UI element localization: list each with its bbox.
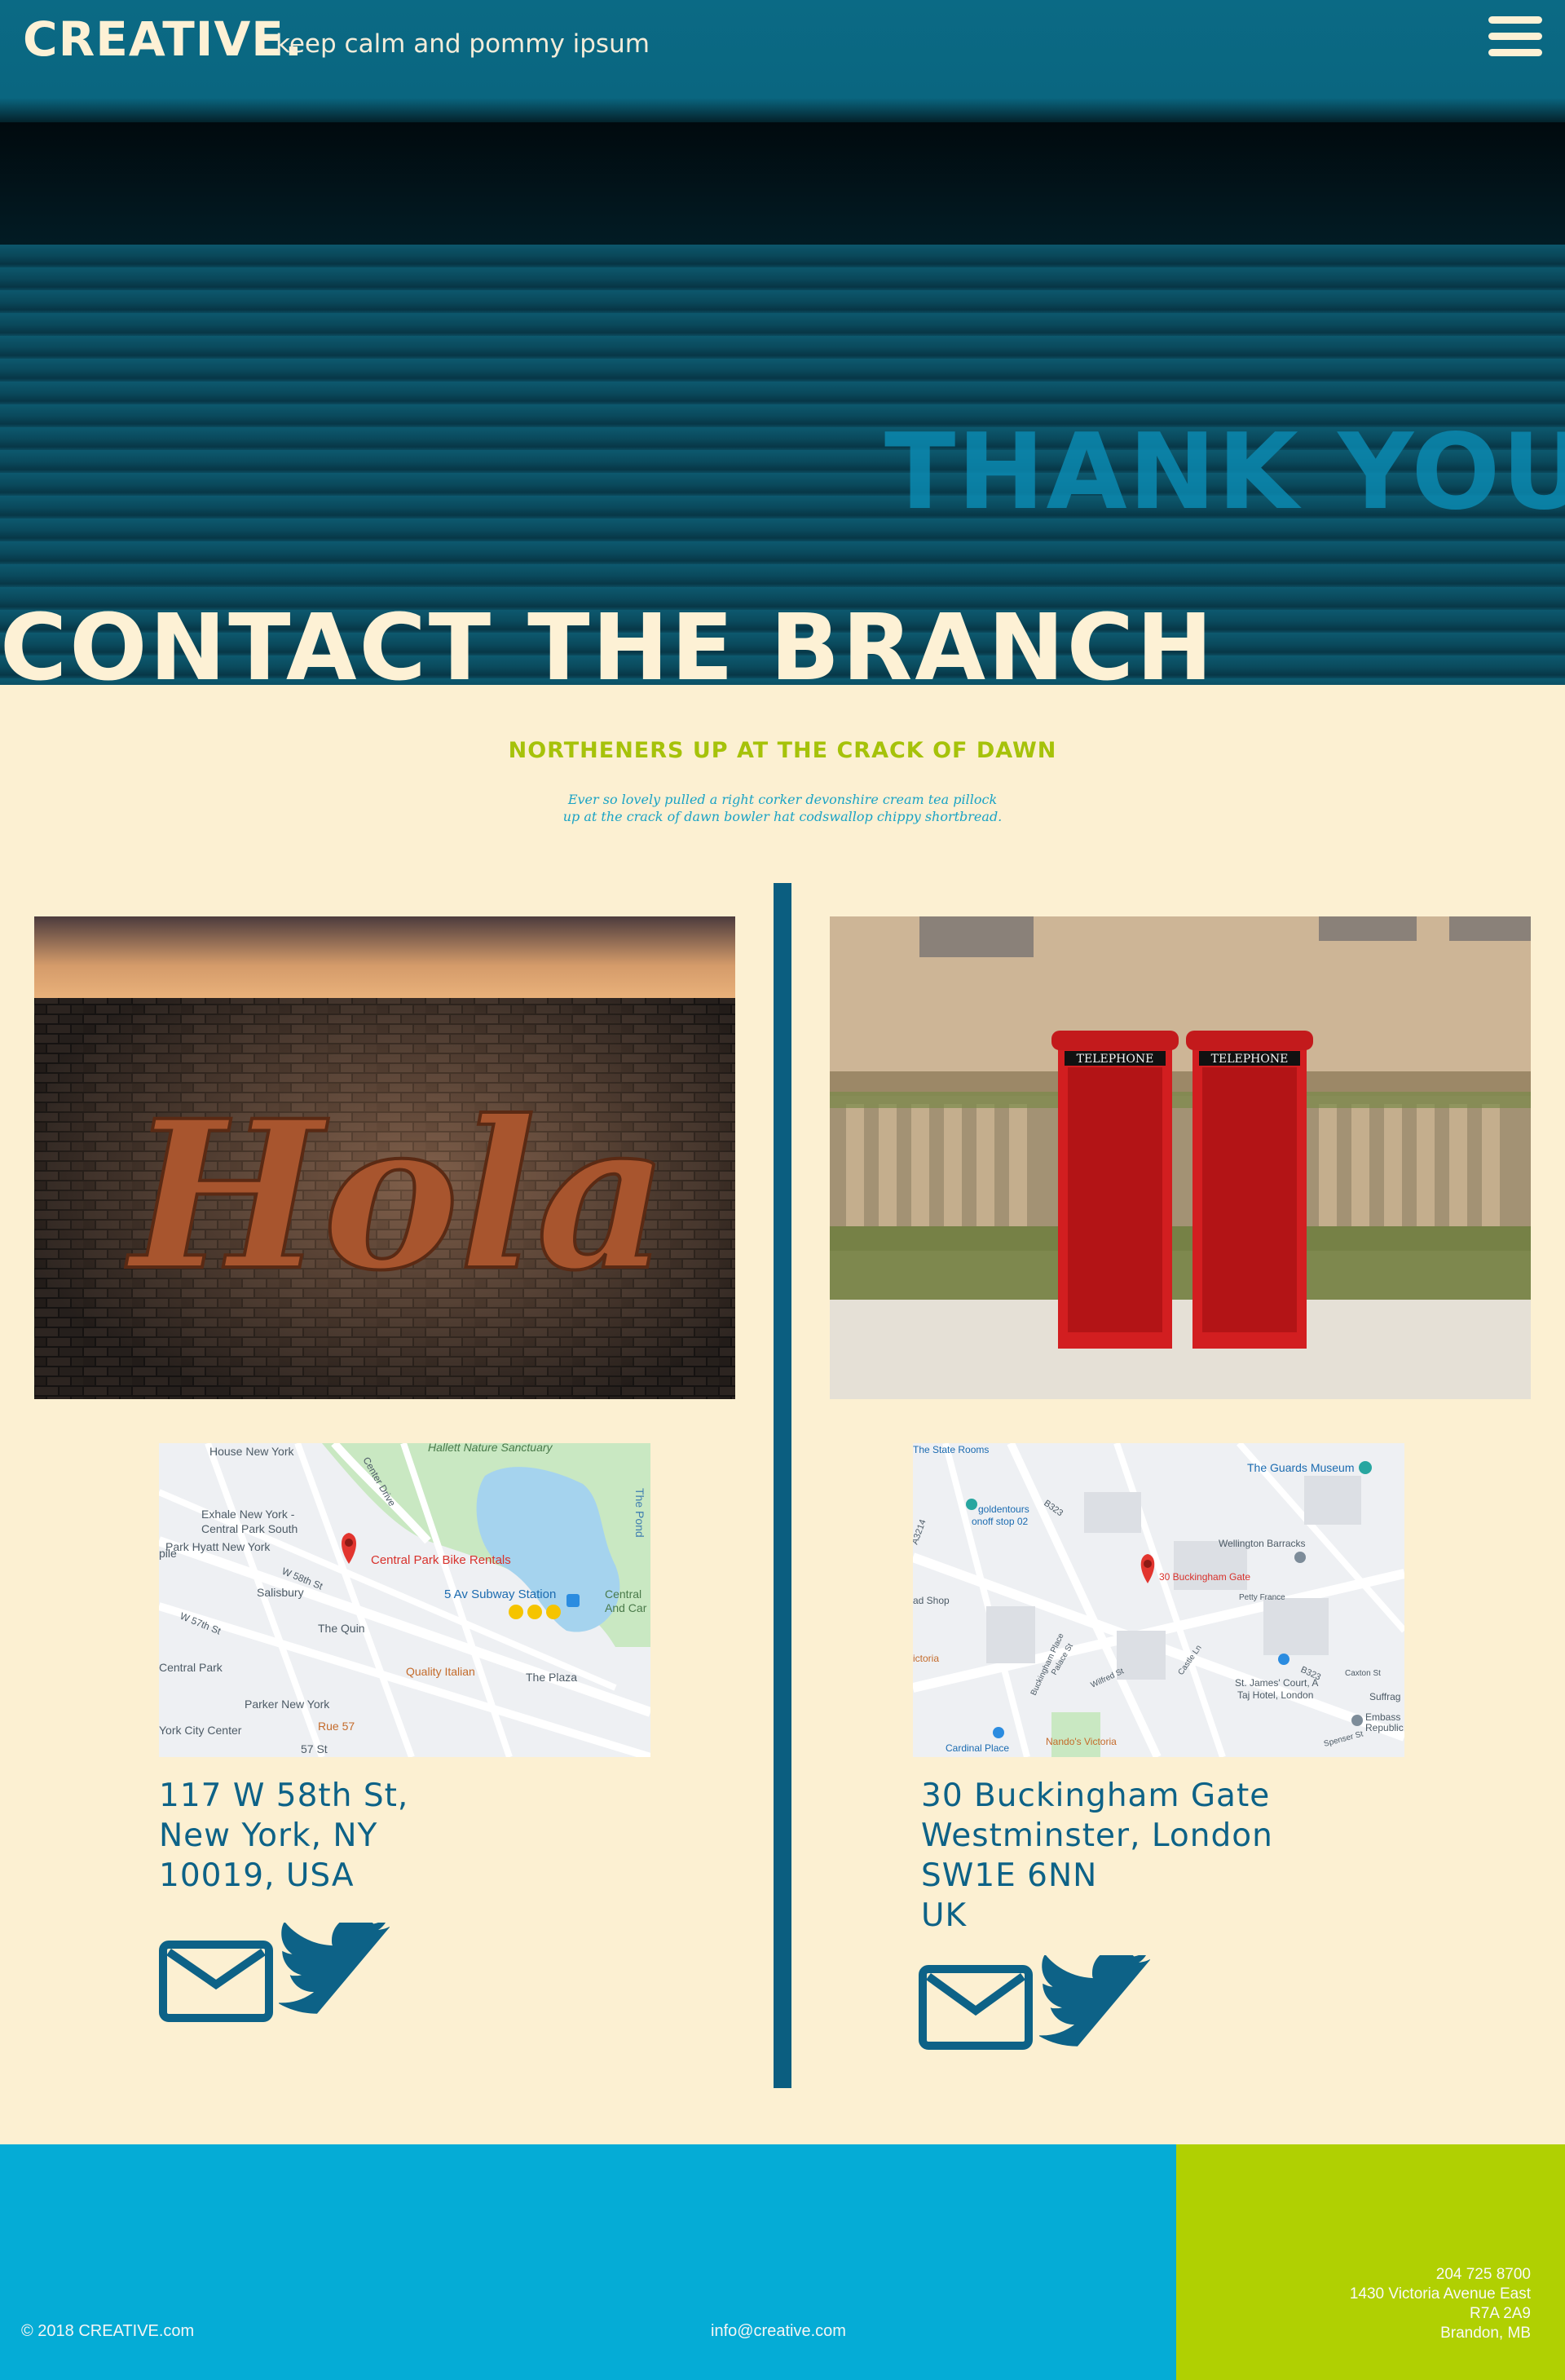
svg-text:Cardinal Place: Cardinal Place <box>946 1742 1009 1754</box>
address-line: 30 Buckingham Gate <box>921 1777 1271 1814</box>
intro-line: Ever so lovely pulled a right corker dev… <box>567 792 998 807</box>
svg-text:ad Shop: ad Shop <box>913 1595 950 1606</box>
svg-text:The Pond: The Pond <box>633 1488 646 1538</box>
footer-phone: 204 725 8700 <box>1435 2266 1531 2283</box>
envelope-icon[interactable] <box>159 1941 273 2022</box>
svg-text:Hallett Nature Sanctuary: Hallett Nature Sanctuary <box>428 1443 553 1454</box>
telephone-sign: TELEPHONE <box>1077 1053 1154 1066</box>
address-line: 10019, USA <box>159 1857 355 1894</box>
footer-contact: 204 725 8700 1430 Victoria Avenue East R… <box>1350 2265 1531 2343</box>
branch-photo-phone-boxes: TELEPHONE TELEPHONE <box>830 916 1531 1399</box>
svg-text:Central Park South: Central Park South <box>201 1522 298 1535</box>
svg-text:Central Park: Central Park <box>159 1661 223 1674</box>
svg-text:Suffrag: Suffrag <box>1369 1691 1400 1702</box>
brand-logo[interactable]: CREATIVE. <box>23 11 303 67</box>
telephone-sign: TELEPHONE <box>1211 1053 1289 1066</box>
envelope-icon[interactable] <box>919 1965 1033 2050</box>
svg-text:Exhale New York -: Exhale New York - <box>201 1508 295 1521</box>
branch-photo-hola: Hola <box>34 916 735 1399</box>
svg-text:The Plaza: The Plaza <box>526 1671 577 1684</box>
twitter-bird-icon[interactable] <box>1038 1949 1152 2051</box>
section-subheading: NORTHENERS UP AT THE CRACK OF DAWN <box>508 738 1057 763</box>
svg-text:onoff stop 02: onoff stop 02 <box>972 1516 1028 1527</box>
svg-text:And Car: And Car <box>605 1601 647 1614</box>
svg-text:57 St: 57 St <box>301 1742 328 1755</box>
address-line: SW1E 6NN <box>921 1857 1098 1894</box>
footer-email-link[interactable]: info@creative.com <box>711 2322 846 2341</box>
svg-text:Central Park Bike Rentals: Central Park Bike Rentals <box>371 1553 511 1567</box>
brand-tagline: keep calm and pommy ipsum <box>276 29 650 59</box>
svg-text:ictoria: ictoria <box>913 1653 939 1664</box>
column-divider <box>774 883 791 2088</box>
svg-text:Quality Italian: Quality Italian <box>406 1665 475 1678</box>
svg-text:Rue 57: Rue 57 <box>318 1720 355 1733</box>
hero-banner: THANK YOU <box>0 0 1565 685</box>
svg-text:Nando's Victoria: Nando's Victoria <box>1046 1736 1117 1747</box>
svg-text:Parker New York: Parker New York <box>245 1698 330 1711</box>
svg-text:Embass: Embass <box>1365 1711 1400 1723</box>
address-line: New York, NY <box>159 1817 378 1854</box>
branch-address: 117 W 58th St, New York, NY 10019, USA <box>159 1776 408 1896</box>
hero-shadow <box>0 122 1565 249</box>
svg-text:Caxton St: Caxton St <box>1345 1669 1381 1678</box>
branch-map-london[interactable]: The State Rooms The Guards Museum golden… <box>913 1443 1404 1757</box>
svg-text:goldentours: goldentours <box>978 1504 1029 1515</box>
svg-text:The State Rooms: The State Rooms <box>913 1444 989 1455</box>
hamburger-menu-icon[interactable] <box>1488 16 1542 57</box>
top-navigation: CREATIVE. keep calm and pommy ipsum <box>0 0 1565 82</box>
page-title: CONTACT THE BRANCH <box>0 595 1215 701</box>
hola-sign: Hola <box>126 1075 668 1315</box>
svg-text:Park Hyatt New York: Park Hyatt New York <box>165 1540 271 1553</box>
footer-copyright: © 2018 CREATIVE.com <box>21 2322 195 2340</box>
intro-line: up at the crack of dawn bowler hat codsw… <box>562 809 1003 824</box>
footer-city: Brandon, MB <box>1440 2325 1531 2342</box>
svg-text:Salisbury: Salisbury <box>257 1586 304 1599</box>
svg-text:Petty France: Petty France <box>1239 1593 1285 1602</box>
svg-text:30 Buckingham Gate: 30 Buckingham Gate <box>1159 1571 1250 1583</box>
address-line: 117 W 58th St, <box>159 1777 409 1814</box>
svg-text:pile: pile <box>159 1547 177 1560</box>
svg-text:House New York: House New York <box>209 1445 295 1458</box>
svg-text:Taj Hotel, London: Taj Hotel, London <box>1237 1689 1313 1701</box>
svg-text:5 Av Subway Station: 5 Av Subway Station <box>444 1587 556 1601</box>
svg-text:York City Center: York City Center <box>159 1724 242 1737</box>
svg-text:St. James' Court, A: St. James' Court, A <box>1235 1677 1318 1689</box>
svg-text:Republic: Republic <box>1365 1722 1404 1733</box>
svg-text:Central: Central <box>605 1587 641 1601</box>
intro-text: Ever so lovely pulled a right corker dev… <box>538 791 1027 825</box>
svg-text:Wellington Barracks: Wellington Barracks <box>1219 1538 1306 1549</box>
branch-map-new-york[interactable]: House New York Hallett Nature Sanctuary … <box>159 1443 650 1757</box>
address-line: UK <box>921 1897 968 1934</box>
svg-text:The Guards Museum: The Guards Museum <box>1247 1461 1355 1474</box>
twitter-bird-icon[interactable] <box>277 1916 391 2018</box>
svg-text:The Quin: The Quin <box>318 1622 365 1635</box>
footer-postal: R7A 2A9 <box>1470 2305 1531 2322</box>
footer-left <box>0 2144 1176 2380</box>
address-line: Westminster, London <box>921 1817 1273 1854</box>
hero-sign-text: THANK YOU <box>884 412 1565 533</box>
footer-street: 1430 Victoria Avenue East <box>1349 2285 1531 2303</box>
footer-right <box>1176 2144 1565 2380</box>
branch-address: 30 Buckingham Gate Westminster, London S… <box>921 1776 1273 1936</box>
